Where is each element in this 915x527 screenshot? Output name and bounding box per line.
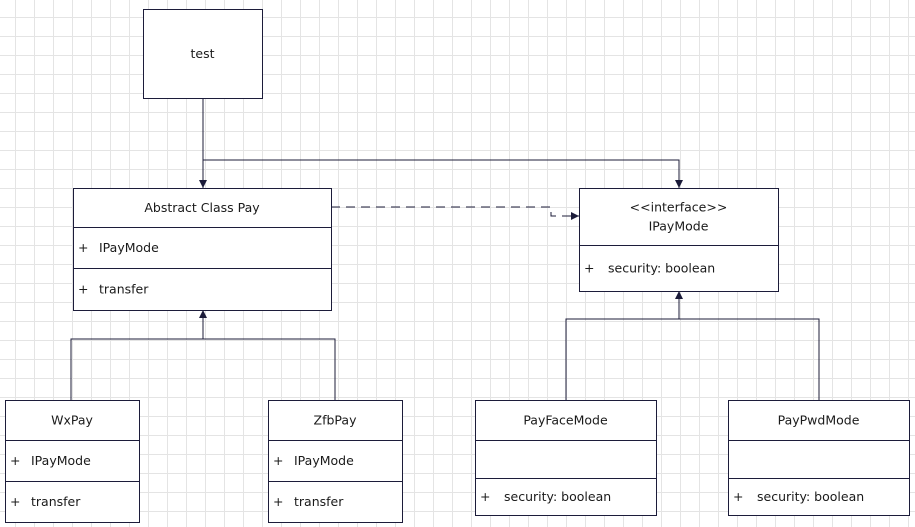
class-name: Abstract Class Pay <box>144 200 260 215</box>
dependency-pay-ipaymode[interactable] <box>331 206 579 217</box>
class-name: PayPwdMode <box>778 413 860 428</box>
stereotype: <<interface>> <box>630 200 728 215</box>
member: transfer <box>294 494 344 509</box>
class-name: IPayMode <box>649 219 709 234</box>
member: transfer <box>31 494 81 509</box>
class-name: PayFaceMode <box>523 413 608 428</box>
association-test-ipaymode[interactable] <box>203 159 680 188</box>
member: transfer <box>99 282 149 297</box>
arrow-head-icon <box>675 180 683 188</box>
inheritance-wx-zfb[interactable] <box>70 338 336 400</box>
realization-face-pwd[interactable] <box>565 318 820 400</box>
visibility-marker: + <box>10 494 20 509</box>
member: security: boolean <box>608 261 715 276</box>
class-pay[interactable]: Abstract Class Pay + IPayMode + transfer <box>73 188 332 311</box>
class-name: ZfbPay <box>314 413 358 428</box>
member: IPayMode <box>99 240 159 255</box>
visibility-marker: + <box>480 489 490 504</box>
visibility-marker: + <box>10 453 20 468</box>
member: security: boolean <box>504 489 611 504</box>
visibility-marker: + <box>584 261 594 276</box>
class-name: WxPay <box>51 413 93 428</box>
class-ipaymode[interactable]: <<interface>> IPayMode + security: boolean <box>579 188 779 292</box>
visibility-marker: + <box>273 494 283 509</box>
arrow-head-icon <box>571 212 579 220</box>
class-paypwd[interactable]: PayPwdMode + security: boolean <box>728 400 910 516</box>
arrow-head-icon <box>199 180 207 188</box>
visibility-marker: + <box>78 240 88 255</box>
member: IPayMode <box>294 453 354 468</box>
visibility-marker: + <box>273 453 283 468</box>
class-wxpay[interactable]: WxPay + IPayMode + transfer <box>5 400 140 523</box>
visibility-marker: + <box>78 282 88 297</box>
uml-diagram: test Abstract Class Pay + IPayMode + transfer… <box>5 9 910 523</box>
member: IPayMode <box>31 453 91 468</box>
visibility-marker: + <box>733 489 743 504</box>
member: security: boolean <box>757 489 864 504</box>
class-test[interactable]: test <box>143 9 263 99</box>
arrow-head-icon <box>675 291 683 299</box>
class-name: test <box>190 46 214 61</box>
class-zfbpay[interactable]: ZfbPay + IPayMode + transfer <box>268 400 403 523</box>
class-payface[interactable]: PayFaceMode + security: boolean <box>475 400 657 516</box>
arrow-head-icon <box>199 310 207 318</box>
